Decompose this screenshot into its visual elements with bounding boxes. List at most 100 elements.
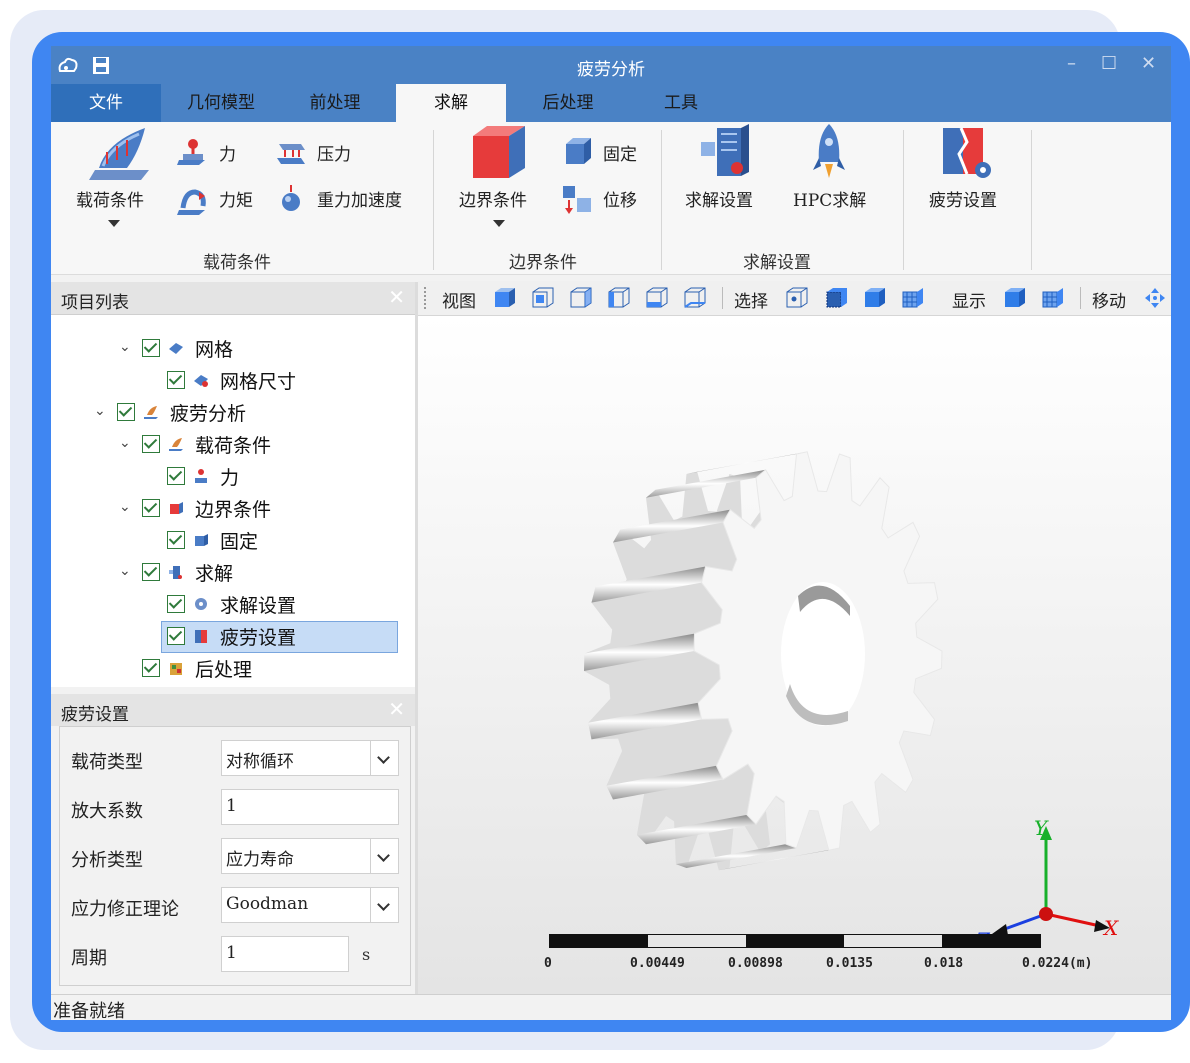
prop-value: 1 <box>226 796 237 816</box>
load-dropdown-icon[interactable] <box>107 218 121 228</box>
fatigue-settings-button[interactable]: 疲劳设置 <box>929 186 997 211</box>
prop-label: 载荷类型 <box>71 752 143 773</box>
gear-tooth <box>675 844 797 868</box>
close-icon[interactable]: ✕ <box>388 697 405 721</box>
chevron-down-icon[interactable] <box>370 741 398 775</box>
maximize-button[interactable]: ☐ <box>1101 53 1117 74</box>
checkbox[interactable] <box>142 659 160 677</box>
close-icon[interactable]: ✕ <box>388 285 405 309</box>
view-left-icon[interactable] <box>608 287 630 309</box>
gravity-button[interactable]: 重力加速度 <box>317 186 402 211</box>
toolbar-separator <box>1080 287 1081 309</box>
gear-icon <box>195 598 207 610</box>
checkbox[interactable] <box>117 403 135 421</box>
prop-value: 对称循环 <box>226 752 294 772</box>
checkbox[interactable] <box>142 563 160 581</box>
view-toolbar: 视图 选择 显示 移动 <box>418 281 1171 316</box>
tab-preprocess[interactable]: 前处理 <box>283 84 387 122</box>
fatigue-settings-icon[interactable] <box>939 124 995 180</box>
chevron-down-icon[interactable]: ⌄ <box>119 563 131 579</box>
checkbox[interactable] <box>142 435 160 453</box>
props-panel-title: 疲劳设置 <box>61 705 129 725</box>
gravity-icon <box>282 185 300 211</box>
load-conditions-icon[interactable] <box>87 124 157 182</box>
prop-label: 分析类型 <box>71 850 143 871</box>
axis-triad <box>992 826 1110 935</box>
solve-settings-button[interactable]: 求解设置 <box>685 186 753 211</box>
checkbox[interactable] <box>167 371 185 389</box>
checkbox[interactable] <box>167 627 185 645</box>
boundary-conditions-button[interactable]: 边界条件 <box>459 186 527 211</box>
moment-button[interactable]: 力矩 <box>219 186 253 211</box>
chevron-down-icon[interactable] <box>370 888 398 922</box>
display-mesh-icon[interactable] <box>1042 287 1064 309</box>
checkbox[interactable] <box>142 499 160 517</box>
tab-tools[interactable]: 工具 <box>629 84 733 122</box>
hpc-solve-button[interactable]: HPC求解 <box>793 186 866 211</box>
tab-geometry[interactable]: 几何模型 <box>169 84 273 122</box>
period-input[interactable]: 1 <box>221 936 349 972</box>
select-label: 选择 <box>734 292 768 312</box>
chevron-down-icon[interactable] <box>370 839 398 873</box>
tab-postprocess[interactable]: 后处理 <box>516 84 620 122</box>
select-face-icon[interactable] <box>864 287 886 309</box>
boundary-conditions-icon[interactable] <box>469 124 531 182</box>
chevron-down-icon[interactable]: ⌄ <box>94 403 106 419</box>
view-top-icon[interactable] <box>532 287 554 309</box>
fixed-button[interactable]: 固定 <box>603 140 637 165</box>
tab-file[interactable]: 文件 <box>51 84 161 122</box>
view-front-icon[interactable] <box>494 287 516 309</box>
menu-bar: 文件 几何模型 前处理 求解 后处理 工具 <box>51 84 1171 122</box>
amplification-factor-input[interactable]: 1 <box>221 789 399 825</box>
tree-label: 网格 <box>195 339 234 361</box>
status-text: 准备就绪 <box>53 1001 125 1020</box>
period-unit: s <box>362 945 371 964</box>
view-iso-icon[interactable] <box>684 287 706 309</box>
hpc-solve-icon[interactable] <box>811 122 847 182</box>
status-bar: 准备就绪 <box>51 994 1171 1020</box>
checkbox[interactable] <box>167 531 185 549</box>
solve-settings-icon[interactable] <box>697 124 753 180</box>
view-right-icon[interactable] <box>570 287 592 309</box>
ribbon-separator <box>433 130 434 270</box>
chevron-down-icon[interactable]: ⌄ <box>119 499 131 515</box>
checkbox[interactable] <box>142 339 160 357</box>
3d-viewport[interactable]: Y X Z 0 0.00449 0.00898 0.0135 0.018 0.0… <box>418 316 1171 994</box>
boundary-dropdown-icon[interactable] <box>492 218 506 228</box>
select-element-icon[interactable] <box>902 287 924 309</box>
scale-label: 0.0135 <box>826 956 873 971</box>
load-conditions-button[interactable]: 载荷条件 <box>76 186 144 211</box>
ribbon-separator <box>661 130 662 270</box>
pressure-icon <box>277 144 305 164</box>
chevron-down-icon[interactable]: ⌄ <box>119 339 131 355</box>
window-title: 疲劳分析 <box>577 60 645 80</box>
fatigue-analysis-icon <box>144 406 158 419</box>
pressure-button[interactable]: 压力 <box>317 140 351 165</box>
chevron-down-icon[interactable]: ⌄ <box>119 435 131 451</box>
fatigue-settings-icon <box>195 630 207 643</box>
mesh-size-icon <box>194 375 208 387</box>
view-bottom-icon[interactable] <box>646 287 668 309</box>
scale-label: 0.00449 <box>630 956 685 971</box>
prop-value: Goodman <box>226 894 309 914</box>
force-button[interactable]: 力 <box>219 140 236 165</box>
stress-correction-select[interactable]: Goodman <box>221 887 399 923</box>
select-edge-icon[interactable] <box>826 287 848 309</box>
tree-label: 求解设置 <box>220 595 297 617</box>
tree-label: 载荷条件 <box>195 435 272 457</box>
solve-icon <box>169 566 182 579</box>
minimize-button[interactable]: – <box>1067 53 1076 74</box>
tree-label: 固定 <box>220 531 259 553</box>
select-point-icon[interactable] <box>786 287 808 309</box>
checkbox[interactable] <box>167 467 185 485</box>
analysis-type-select[interactable]: 应力寿命 <box>221 838 399 874</box>
tree-label: 疲劳设置 <box>220 627 297 649</box>
tab-solve[interactable]: 求解 <box>396 84 506 122</box>
load-type-select[interactable]: 对称循环 <box>221 740 399 776</box>
display-solid-icon[interactable] <box>1004 287 1026 309</box>
force-icon <box>195 469 207 483</box>
close-button[interactable]: ✕ <box>1141 53 1156 74</box>
displacement-button[interactable]: 位移 <box>603 186 637 211</box>
checkbox[interactable] <box>167 595 185 613</box>
move-arrows-icon[interactable] <box>1144 287 1166 309</box>
